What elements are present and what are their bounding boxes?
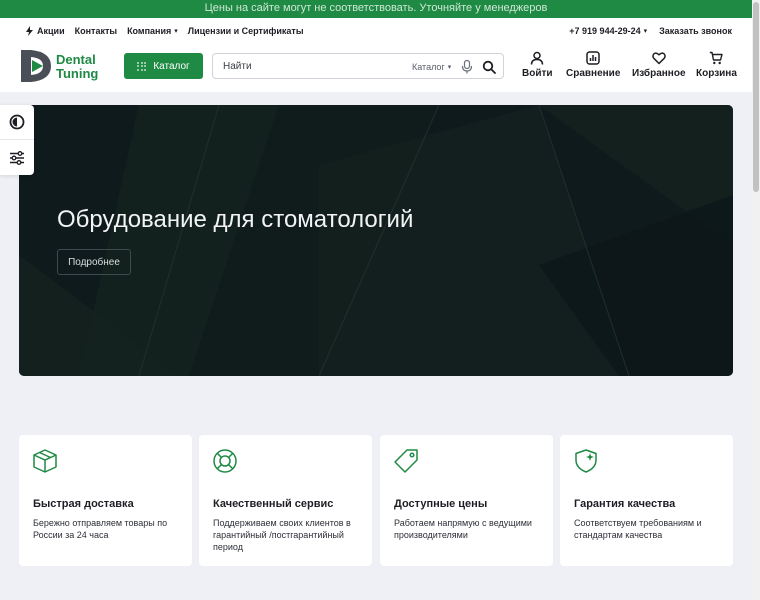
catalog-button[interactable]: Каталог xyxy=(124,53,203,79)
search-icon[interactable] xyxy=(482,60,496,74)
features-section: Быстрая доставка Бережно отправляем това… xyxy=(19,435,733,566)
link-promotions[interactable]: Акции xyxy=(25,26,65,36)
hero-more-button[interactable]: Подробнее xyxy=(57,249,131,275)
chart-icon xyxy=(586,51,600,65)
link-contacts[interactable]: Контакты xyxy=(75,26,117,36)
filter-settings-button[interactable] xyxy=(0,140,34,175)
price-tag-icon xyxy=(394,449,418,473)
compare-button[interactable]: Сравнение xyxy=(566,51,620,79)
feature-title: Качественный сервис xyxy=(213,498,334,510)
phone-dropdown[interactable]: +7 919 944-29-24 ▾ xyxy=(569,26,647,36)
feature-title: Доступные цены xyxy=(394,498,488,510)
search-input[interactable]: Найти xyxy=(223,61,252,72)
callback-link[interactable]: Заказать звонок xyxy=(659,26,732,36)
feature-text: Поддерживаем своих клиентов в гарантийны… xyxy=(213,518,351,552)
page-scrollbar[interactable] xyxy=(752,0,760,600)
microphone-icon[interactable] xyxy=(461,60,473,74)
caret-down-icon: ▾ xyxy=(174,28,178,35)
notice-text: Цены на сайте могут не соответствовать. … xyxy=(204,2,548,14)
hero-title: Обрудование для стоматологий xyxy=(57,206,414,233)
contact-row: +7 919 944-29-24 ▾ Заказать звонок xyxy=(569,26,732,36)
grid-icon xyxy=(137,61,147,71)
search-scope-select[interactable]: Каталог ▾ xyxy=(412,62,451,72)
heart-icon xyxy=(651,52,666,65)
cart-icon xyxy=(710,51,724,65)
feature-card-quality: Гарантия качества Соответствуем требован… xyxy=(560,435,733,566)
accessibility-button[interactable] xyxy=(0,105,34,140)
box-icon xyxy=(33,449,57,473)
logo-text-line1: Dental xyxy=(56,52,96,67)
accessibility-icon xyxy=(9,114,25,130)
favorites-button[interactable]: Избранное xyxy=(632,51,686,79)
cart-button[interactable]: Корзина xyxy=(696,51,737,79)
shield-star-icon xyxy=(575,449,597,473)
user-icon xyxy=(531,51,544,65)
feature-title: Быстрая доставка xyxy=(33,498,134,510)
feature-card-delivery: Быстрая доставка Бережно отправляем това… xyxy=(19,435,192,566)
logo[interactable]: Dental Tuning xyxy=(19,48,101,84)
logo-text-line2: Tuning xyxy=(56,66,99,81)
feature-title: Гарантия качества xyxy=(574,498,676,510)
feature-text: Бережно отправляем товары по России за 2… xyxy=(33,518,168,540)
lightning-icon xyxy=(26,26,33,36)
scrollbar-thumb[interactable] xyxy=(753,2,759,192)
hero-background xyxy=(19,105,733,376)
side-widget xyxy=(0,105,34,175)
feature-text: Соответствуем требованиям и стандартам к… xyxy=(574,518,702,540)
lifebuoy-icon xyxy=(213,449,237,473)
login-button[interactable]: Войти xyxy=(522,51,553,79)
notice-bar: Цены на сайте могут не соответствовать. … xyxy=(0,0,752,18)
link-licenses[interactable]: Лицензии и Сертификаты xyxy=(188,26,304,36)
search-bar: Найти Каталог ▾ xyxy=(212,53,504,79)
header: Акции Контакты Компания ▾ Лицензии и Сер… xyxy=(0,18,752,92)
hero-banner: Обрудование для стоматологий Подробнее xyxy=(19,105,733,376)
feature-card-prices: Доступные цены Работаем напрямую с ведущ… xyxy=(380,435,553,566)
caret-down-icon: ▾ xyxy=(643,28,648,35)
header-links: Акции Контакты Компания ▾ Лицензии и Сер… xyxy=(25,26,304,36)
feature-card-service: Качественный сервис Поддерживаем своих к… xyxy=(199,435,372,566)
feature-text: Работаем напрямую с ведущими производите… xyxy=(394,518,532,540)
caret-down-icon: ▾ xyxy=(447,64,452,71)
sliders-icon xyxy=(10,150,24,165)
link-company[interactable]: Компания ▾ xyxy=(127,26,178,36)
logo-mark-icon xyxy=(21,50,51,82)
